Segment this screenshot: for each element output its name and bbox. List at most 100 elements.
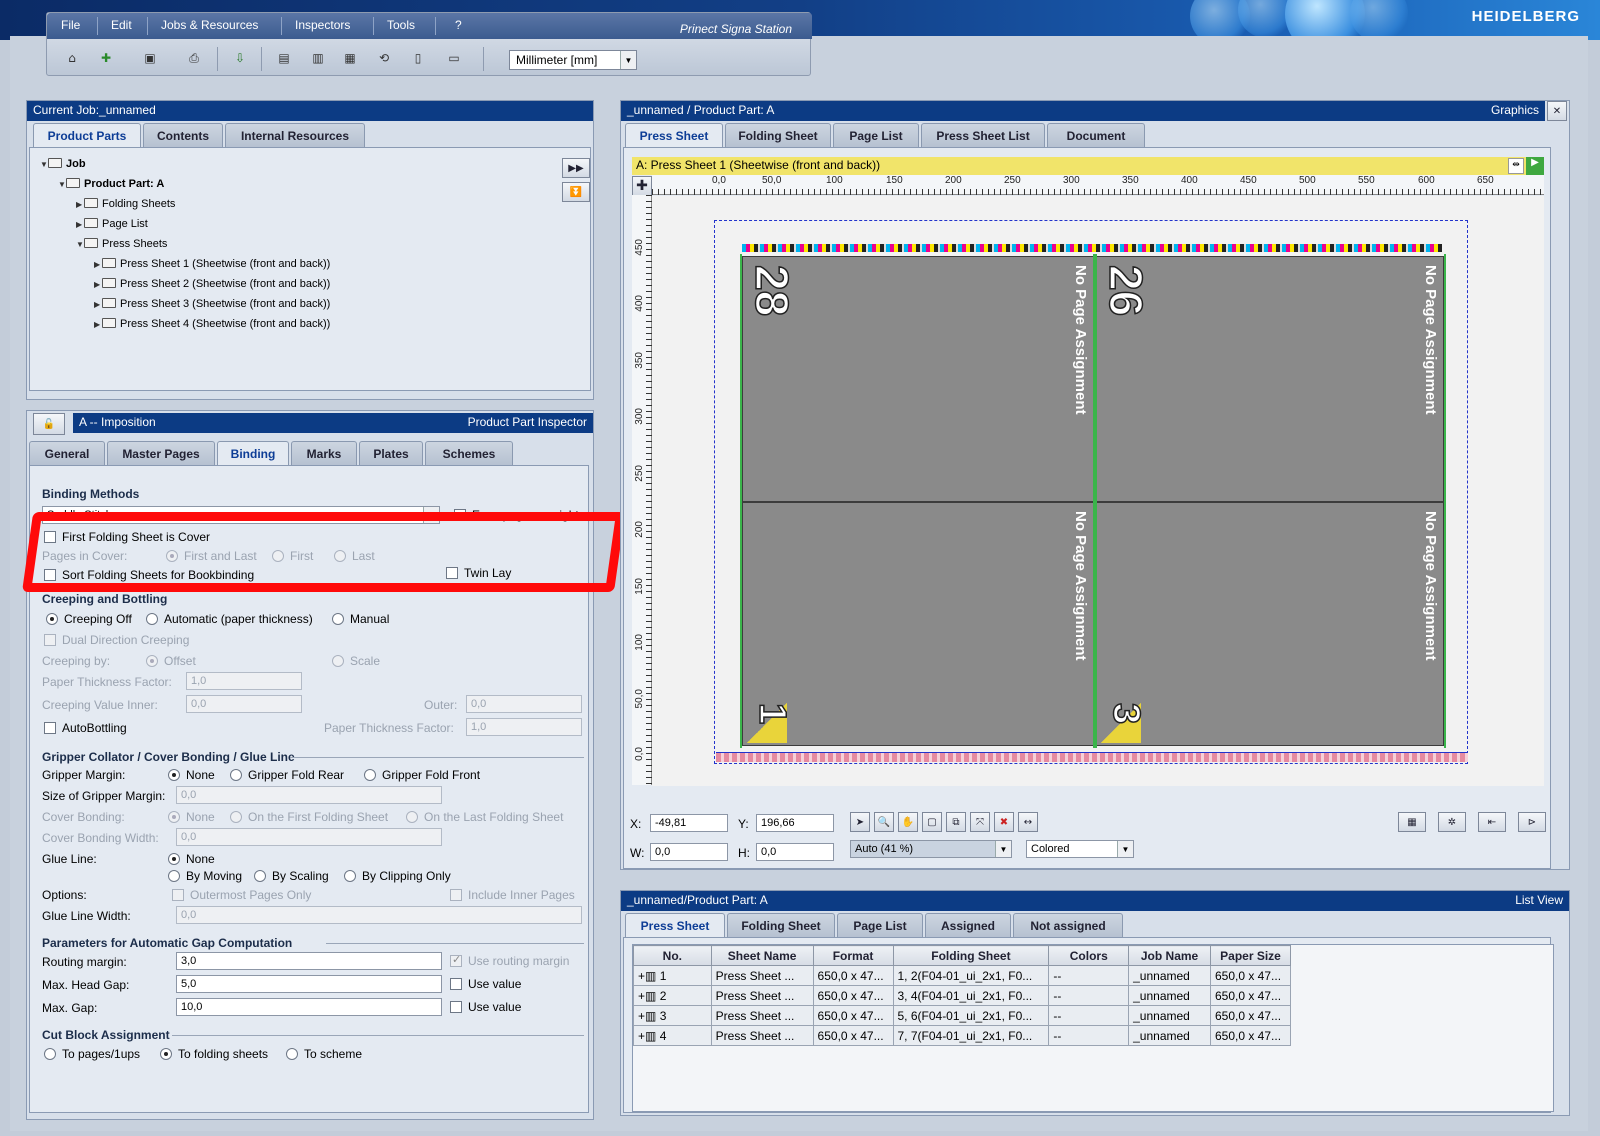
tab-contents[interactable]: Contents (143, 123, 223, 147)
table-row[interactable]: +▥ 1 Press Sheet ... 650,0 x 47... 1, 2(F04… (633, 965, 1292, 986)
settings-icon[interactable]: ✲ (1438, 812, 1466, 832)
expand-icon[interactable]: +▥ (638, 989, 660, 1003)
sheet-icon[interactable]: ▥ (309, 49, 327, 67)
max-head-gap-input[interactable]: 5,0 (176, 975, 442, 993)
tree-press-sheets[interactable]: ▼ Press Sheets (76, 238, 167, 250)
use-routing-checkbox[interactable] (450, 953, 462, 967)
creeping-off-radio[interactable] (46, 613, 58, 625)
col-format[interactable]: Format (812, 945, 894, 966)
menu-jobs-resources[interactable]: Jobs & Resources (161, 18, 258, 32)
tab-product-parts[interactable]: Product Parts (33, 123, 141, 148)
size-gripper-input[interactable]: 0,0 (176, 786, 442, 804)
tree-press-sheet[interactable]: ▶ Press Sheet 2 (Sheetwise (front and bac… (94, 278, 330, 290)
menu-help[interactable]: ? (455, 18, 462, 32)
document-icon[interactable]: ▭ (445, 49, 463, 67)
dual-direction-checkbox[interactable] (44, 634, 56, 646)
table-row[interactable]: +▥ 3 Press Sheet ... 650,0 x 47... 5, 6(F04… (633, 1005, 1292, 1026)
tree-page-list[interactable]: ▶ Page List (76, 218, 148, 230)
creeping-offset-radio[interactable] (146, 655, 158, 667)
glue-none-radio[interactable] (168, 853, 180, 865)
tab-list-page-list[interactable]: Page List (837, 913, 923, 937)
chevron-down-icon[interactable]: ▼ (1117, 841, 1133, 857)
fold-icon[interactable]: ▦ (341, 49, 359, 67)
cut-folding-radio[interactable] (160, 1048, 172, 1060)
glw-input[interactable]: 0,0 (176, 906, 582, 924)
page-1[interactable]: No Page Assignment 1 (742, 502, 1094, 746)
copy-icon[interactable]: ⧉ (946, 812, 966, 832)
tab-list-press-sheet[interactable]: Press Sheet (625, 913, 725, 938)
split-icon[interactable]: ⇹ (1508, 158, 1524, 174)
gripper-rear-radio[interactable] (230, 769, 242, 781)
chevron-down-icon[interactable]: ▼ (995, 841, 1011, 857)
zoom-select[interactable]: Auto (41 %) ▼ (850, 840, 1012, 858)
frame-icon[interactable]: ▢ (922, 812, 942, 832)
tab-list-not-assigned[interactable]: Not assigned (1013, 913, 1123, 937)
select-arrow-icon[interactable]: ➤ (850, 812, 870, 832)
open-icon[interactable]: ⌂ (63, 49, 81, 67)
tab-list-assigned[interactable]: Assigned (925, 913, 1011, 937)
chevron-down-icon[interactable]: ▼ (620, 51, 636, 69)
tree-product-part[interactable]: ▼ Product Part: A (58, 178, 164, 190)
units-select[interactable]: Millimeter [mm] ▼ (509, 50, 637, 70)
expand-icon[interactable]: +▥ (638, 1009, 660, 1023)
ptf-input[interactable]: 1,0 (186, 672, 302, 690)
cvi-input[interactable]: 0,0 (186, 695, 302, 713)
tab-binding[interactable]: Binding (217, 441, 289, 466)
save-icon[interactable]: ▣ (141, 49, 159, 67)
creeping-manual-radio[interactable] (332, 613, 344, 625)
tab-press-sheet[interactable]: Press Sheet (625, 123, 723, 148)
col-paper-size[interactable]: Paper Size (1209, 945, 1292, 966)
cbw-input[interactable]: 0,0 (176, 828, 442, 846)
glue-clipping-radio[interactable] (344, 870, 356, 882)
distance-icon[interactable]: ↔ (1018, 812, 1038, 832)
crosshair-icon[interactable]: ✚ (632, 176, 652, 196)
col-folding-sheet[interactable]: Folding Sheet (892, 945, 1050, 966)
ptf2-input[interactable]: 1,0 (466, 718, 582, 736)
tab-page-list[interactable]: Page List (833, 123, 919, 147)
glue-scaling-radio[interactable] (254, 870, 266, 882)
col-no[interactable]: No. (633, 945, 712, 966)
include-inner-checkbox[interactable] (450, 889, 462, 901)
page-3[interactable]: No Page Assignment 3 (1096, 502, 1444, 746)
tab-list-folding-sheet[interactable]: Folding Sheet (727, 913, 835, 937)
tab-internal-resources[interactable]: Internal Resources (225, 123, 365, 147)
gripper-front-radio[interactable] (364, 769, 376, 781)
tree-press-sheet[interactable]: ▶ Press Sheet 4 (Sheetwise (front and bac… (94, 318, 330, 330)
sheet-canvas[interactable]: 28 No Page Assignment 26 No Page Assignm… (652, 196, 1544, 786)
tree-press-sheet[interactable]: ▶ Press Sheet 3 (Sheetwise (front and bac… (94, 298, 330, 310)
hand-icon[interactable]: ✋ (898, 812, 918, 832)
page-icon[interactable]: ▯ (409, 49, 427, 67)
measure-icon[interactable]: ⇤ (1478, 812, 1506, 832)
lock-icon[interactable]: 🔓 (33, 413, 65, 435)
view-sheet-icon[interactable]: ▦ (1398, 812, 1426, 832)
expand-icon[interactable]: +▥ (638, 1029, 660, 1043)
use-value2-checkbox[interactable] (450, 1001, 462, 1013)
new-job-icon[interactable]: ✚ (97, 49, 115, 67)
menu-inspectors[interactable]: Inspectors (295, 18, 350, 32)
tab-plates[interactable]: Plates (359, 441, 423, 465)
x-input[interactable]: -49,81 (650, 814, 728, 832)
use-value-checkbox[interactable] (450, 978, 462, 990)
expand-icon[interactable]: +▥ (638, 969, 660, 983)
glue-moving-radio[interactable] (168, 870, 180, 882)
col-colors[interactable]: Colors (1048, 945, 1130, 966)
tree-press-sheet[interactable]: ▶ Press Sheet 1 (Sheetwise (front and bac… (94, 258, 330, 270)
tab-schemes[interactable]: Schemes (425, 441, 513, 465)
text-icon[interactable]: ▤ (275, 49, 293, 67)
tab-marks[interactable]: Marks (291, 441, 357, 465)
col-job-name[interactable]: Job Name (1128, 945, 1211, 966)
y-input[interactable]: 196,66 (756, 814, 834, 832)
tab-master-pages[interactable]: Master Pages (107, 441, 215, 465)
creeping-auto-radio[interactable] (146, 613, 158, 625)
col-sheet-name[interactable]: Sheet Name (710, 945, 814, 966)
creeping-scale-radio[interactable] (332, 655, 344, 667)
h-input[interactable]: 0,0 (756, 843, 834, 861)
tree-folding-sheets[interactable]: ▶ Folding Sheets (76, 198, 175, 210)
expand-down-icon[interactable]: ⏬ (562, 182, 590, 202)
color-mode-select[interactable]: Colored ▼ (1026, 840, 1134, 858)
table-row[interactable]: +▥ 2 Press Sheet ... 650,0 x 47... 3, 4(F04… (633, 985, 1292, 1006)
max-gap-input[interactable]: 10,0 (176, 998, 442, 1016)
menu-tools[interactable]: Tools (387, 18, 415, 32)
tab-general[interactable]: General (29, 441, 105, 465)
outer-input[interactable]: 0,0 (466, 695, 582, 713)
